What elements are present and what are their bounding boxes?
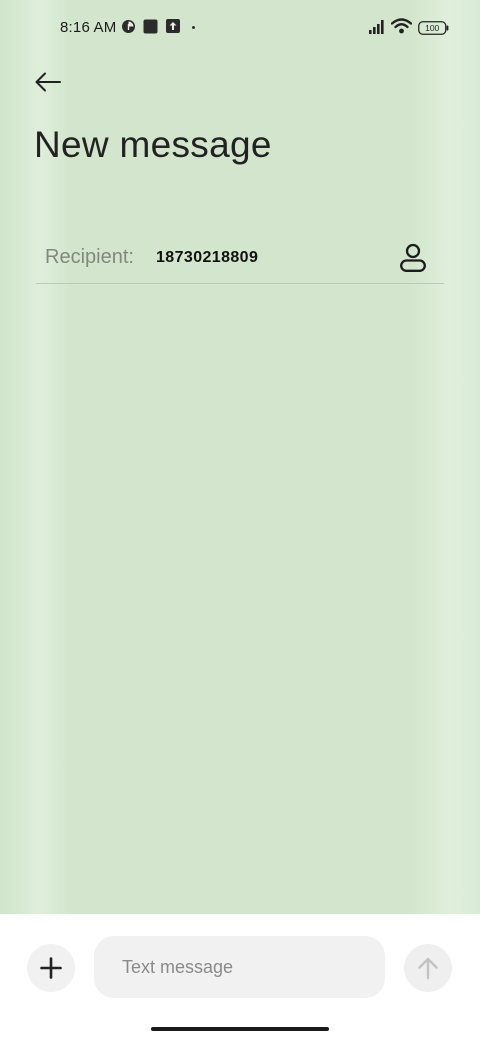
battery-icon: 100 <box>418 21 449 40</box>
recipient-value[interactable]: 18730218809 <box>156 249 258 267</box>
arrow-left-icon <box>35 72 61 92</box>
signal-icon <box>369 20 386 39</box>
data-saver-icon <box>121 19 136 39</box>
app-notification-icon <box>143 19 158 39</box>
status-time: 8:16 AM <box>60 19 117 36</box>
add-attachment-button[interactable] <box>27 944 75 992</box>
upload-icon <box>166 19 180 38</box>
arrow-up-icon <box>418 957 438 980</box>
contact-picker-button[interactable] <box>392 238 434 278</box>
page-title: New message <box>34 124 272 165</box>
back-button[interactable] <box>28 62 68 102</box>
recipient-label: Recipient: <box>45 246 134 268</box>
recipient-field[interactable]: Recipient: 18730218809 <box>36 236 444 284</box>
compose-bar <box>0 914 480 1040</box>
wifi-icon <box>390 18 413 39</box>
send-button[interactable] <box>404 944 452 992</box>
plus-icon <box>40 957 62 979</box>
home-indicator[interactable] <box>151 1027 329 1031</box>
message-input[interactable] <box>94 936 385 998</box>
person-icon <box>400 243 426 272</box>
battery-level: 100 <box>425 23 439 33</box>
notification-dot <box>192 26 195 29</box>
status-bar: 8:16 AM 100 <box>0 0 480 56</box>
